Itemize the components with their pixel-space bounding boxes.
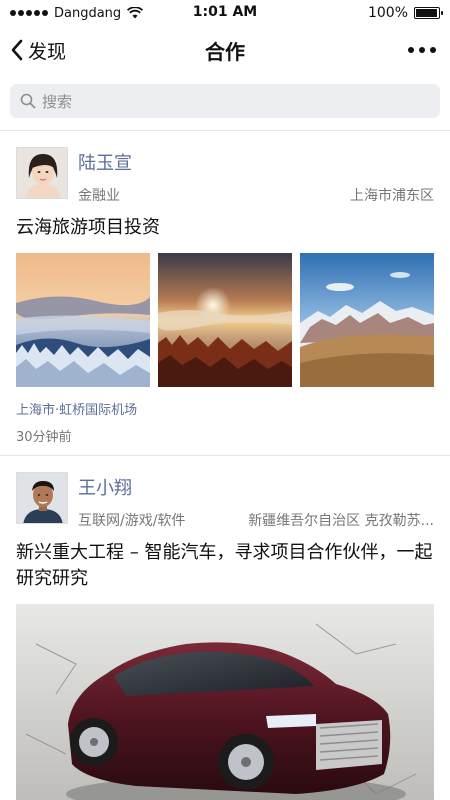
post-time: 30分钟前 — [16, 430, 72, 445]
chevron-left-icon — [11, 39, 23, 61]
status-bar: Dangdang 100% — [0, 0, 450, 26]
post-image[interactable] — [16, 604, 434, 800]
more-button[interactable] — [406, 41, 438, 59]
avatar[interactable] — [16, 147, 68, 199]
post-card[interactable]: 陆玉宣 金融业 上海市浦东区 云海旅游项目投资 上海市·虹桥国际机场 30分钟前 — [0, 131, 450, 455]
industry-label: 金融业 — [78, 188, 120, 204]
search-area: 搜索 — [0, 74, 450, 130]
post-header-info: 陆玉宣 金融业 上海市浦东区 — [78, 147, 434, 205]
author-meta: 互联网/游戏/软件 新疆维吾尔自治区 克孜勒苏... — [78, 510, 434, 530]
more-dot-icon — [419, 47, 425, 53]
post-image[interactable] — [16, 253, 150, 387]
post-header: 王小翔 互联网/游戏/软件 新疆维吾尔自治区 克孜勒苏... — [16, 472, 434, 530]
post-header-info: 王小翔 互联网/游戏/软件 新疆维吾尔自治区 克孜勒苏... — [78, 472, 434, 530]
search-placeholder: 搜索 — [42, 92, 73, 111]
post-text: 新兴重大工程 – 智能汽车，寻求项目合作伙伴，一起研究研究 — [16, 542, 433, 589]
nav-bar: 发现 合作 — [0, 26, 450, 74]
author-name[interactable]: 王小翔 — [78, 474, 434, 500]
battery-percent: 100% — [367, 5, 408, 21]
more-dot-icon — [408, 47, 414, 53]
back-label: 发现 — [28, 40, 67, 63]
carrier-label: Dangdang — [54, 5, 122, 21]
avatar[interactable] — [16, 472, 68, 524]
post-image[interactable] — [158, 253, 292, 387]
more-dot-icon — [430, 47, 436, 53]
battery-icon — [414, 7, 443, 19]
post-image[interactable] — [300, 253, 434, 387]
signal-icon — [10, 10, 48, 16]
search-icon — [20, 93, 36, 109]
region-label: 上海市浦东区 — [350, 188, 434, 204]
post-card[interactable]: 王小翔 互联网/游戏/软件 新疆维吾尔自治区 克孜勒苏... 新兴重大工程 – … — [0, 456, 450, 800]
industry-label: 互联网/游戏/软件 — [78, 513, 186, 529]
back-button[interactable]: 发现 — [10, 37, 66, 64]
post-text: 云海旅游项目投资 — [16, 217, 160, 238]
page-title: 合作 — [205, 39, 245, 64]
status-right: 100% — [367, 5, 443, 21]
post-location-link[interactable]: 上海市·虹桥国际机场 — [16, 399, 434, 418]
image-grid — [16, 253, 434, 387]
post-header: 陆玉宣 金融业 上海市浦东区 — [16, 147, 434, 205]
status-left: Dangdang — [10, 5, 144, 21]
region-label: 新疆维吾尔自治区 克孜勒苏... — [248, 513, 434, 529]
search-input[interactable]: 搜索 — [10, 84, 440, 118]
author-meta: 金融业 上海市浦东区 — [78, 185, 434, 205]
wifi-icon — [127, 7, 144, 19]
author-name[interactable]: 陆玉宣 — [78, 149, 434, 175]
